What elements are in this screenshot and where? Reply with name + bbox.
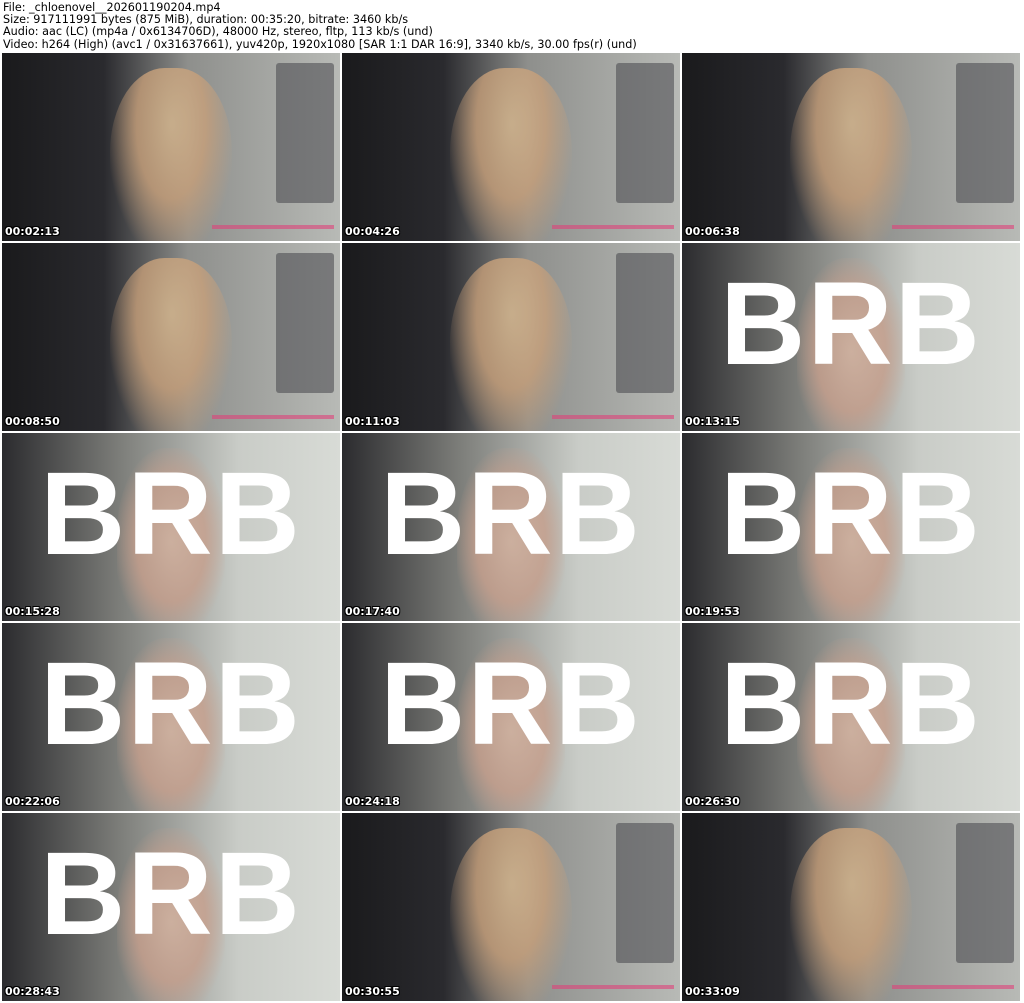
video-thumbnail: BRB 00:19:53 xyxy=(682,433,1020,621)
timestamp: 00:28:43 xyxy=(5,985,60,998)
video-thumbnail: 00:06:38 xyxy=(682,53,1020,241)
stream-menu-overlay xyxy=(616,63,674,203)
timestamp: 00:33:09 xyxy=(685,985,740,998)
video-thumbnail: BRB 00:22:06 xyxy=(2,623,340,811)
video-thumbnail: 00:08:50 xyxy=(2,243,340,431)
frame-image xyxy=(450,828,572,1001)
timestamp: 00:04:26 xyxy=(345,225,400,238)
video-thumbnail: BRB 00:13:15 xyxy=(682,243,1020,431)
brb-overlay-text: BRB xyxy=(380,448,642,580)
goal-progress-bar xyxy=(892,985,1014,989)
timestamp: 00:13:15 xyxy=(685,415,740,428)
timestamp: 00:06:38 xyxy=(685,225,740,238)
frame-image xyxy=(790,828,912,1001)
timestamp: 00:08:50 xyxy=(5,415,60,428)
timestamp: 00:02:13 xyxy=(5,225,60,238)
goal-progress-bar xyxy=(212,225,334,229)
brb-overlay-text: BRB xyxy=(40,828,302,960)
video-thumbnail: BRB 00:15:28 xyxy=(2,433,340,621)
video-thumbnail: BRB 00:24:18 xyxy=(342,623,680,811)
video-thumbnail: 00:30:55 xyxy=(342,813,680,1001)
video-thumbnail: 00:11:03 xyxy=(342,243,680,431)
timestamp: 00:22:06 xyxy=(5,795,60,808)
goal-progress-bar xyxy=(892,225,1014,229)
frame-image xyxy=(110,68,232,241)
goal-progress-bar xyxy=(552,415,674,419)
brb-overlay-text: BRB xyxy=(720,638,982,770)
goal-progress-bar xyxy=(552,985,674,989)
brb-overlay-text: BRB xyxy=(40,448,302,580)
frame-image xyxy=(790,68,912,241)
video-thumbnail: BRB 00:28:43 xyxy=(2,813,340,1001)
timestamp: 00:15:28 xyxy=(5,605,60,618)
frame-image xyxy=(110,258,232,431)
stream-menu-overlay xyxy=(616,253,674,393)
brb-overlay-text: BRB xyxy=(720,258,982,390)
timestamp: 00:26:30 xyxy=(685,795,740,808)
frame-image xyxy=(450,258,572,431)
stream-menu-overlay xyxy=(956,63,1014,203)
file-info-header: File: _chloenovel__202601190204.mp4 Size… xyxy=(3,1,637,51)
timestamp: 00:19:53 xyxy=(685,605,740,618)
goal-progress-bar xyxy=(212,415,334,419)
brb-overlay-text: BRB xyxy=(720,448,982,580)
timestamp: 00:30:55 xyxy=(345,985,400,998)
brb-overlay-text: BRB xyxy=(380,638,642,770)
stream-menu-overlay xyxy=(956,823,1014,963)
frame-image xyxy=(450,68,572,241)
video-thumbnail: 00:02:13 xyxy=(2,53,340,241)
stream-menu-overlay xyxy=(276,63,334,203)
video-thumbnail: BRB 00:26:30 xyxy=(682,623,1020,811)
video-thumbnail: BRB 00:17:40 xyxy=(342,433,680,621)
audio-info: Audio: aac (LC) (mp4a / 0x6134706D), 480… xyxy=(3,25,433,39)
goal-progress-bar xyxy=(552,225,674,229)
brb-overlay-text: BRB xyxy=(40,638,302,770)
timestamp: 00:24:18 xyxy=(345,795,400,808)
stream-menu-overlay xyxy=(276,253,334,393)
timestamp: 00:17:40 xyxy=(345,605,400,618)
thumbnail-grid: 00:02:13 00:04:26 00:06:38 00:08:50 00:11:03… xyxy=(2,53,1020,1001)
timestamp: 00:11:03 xyxy=(345,415,400,428)
video-info: Video: h264 (High) (avc1 / 0x31637661), … xyxy=(3,37,637,51)
video-thumbnail: 00:04:26 xyxy=(342,53,680,241)
stream-menu-overlay xyxy=(616,823,674,963)
video-thumbnail: 00:33:09 xyxy=(682,813,1020,1001)
